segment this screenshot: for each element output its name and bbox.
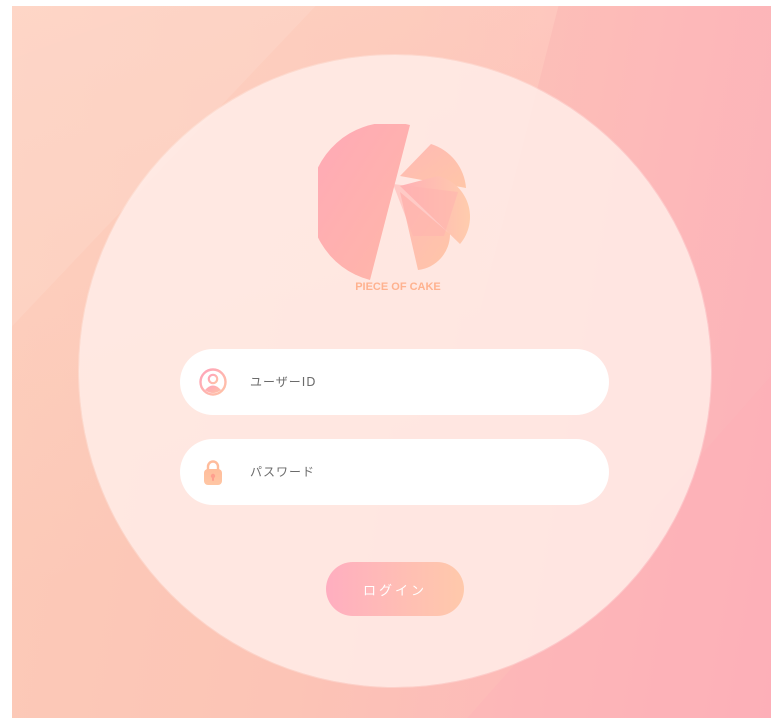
login-button[interactable]: ログイン (326, 562, 464, 616)
brand-name: PIECE OF CAKE (355, 281, 441, 293)
user-id-field[interactable] (180, 349, 609, 415)
user-icon (199, 368, 227, 396)
user-id-input[interactable] (250, 367, 580, 397)
password-input[interactable] (250, 457, 580, 487)
cake-slice-logo-icon (309, 122, 471, 281)
lock-icon (204, 460, 222, 485)
login-screen: PIECE OF CAKE ユーザーID ログイン (12, 6, 771, 718)
password-field[interactable] (180, 439, 609, 505)
brand-logo: PIECE OF CAKE (309, 122, 478, 294)
